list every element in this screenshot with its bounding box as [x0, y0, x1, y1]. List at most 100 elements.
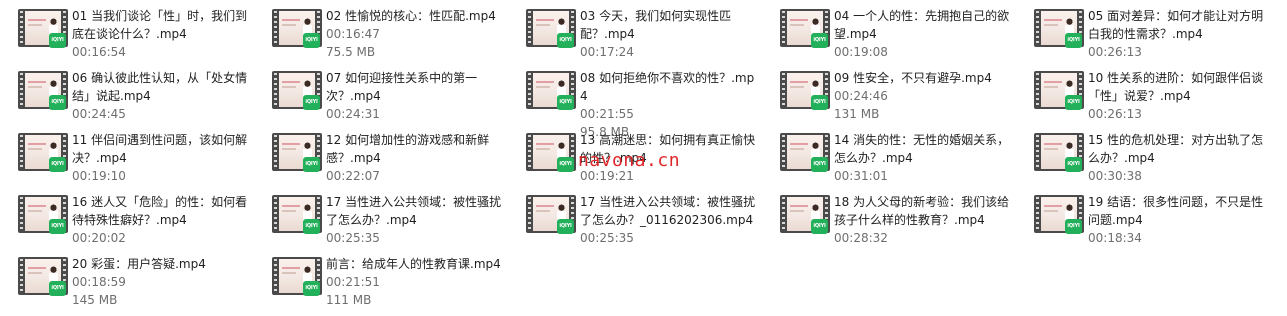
file-size: 75.5 MB [326, 45, 376, 59]
file-name: 16 迷人又「危险」的性：如何看待特殊性癖好？.mp4 00:20:02 [72, 193, 250, 247]
thumbnail-title-mark [1044, 19, 1062, 21]
file-item[interactable]: iQIYI 前言：给成年人的性教育课.mp4 00:21:51 111 MB [254, 248, 504, 309]
file-item[interactable]: iQIYI 09 性安全，不只有避孕.mp4 00:24:46 131 MB [762, 62, 1012, 123]
file-name: 01 当我们谈论「性」时，我们到底在谈论什么？.mp4 00:16:54 [72, 7, 250, 61]
file-name-text: 13 高潮迷思：如何拥有真正愉快的性？.mp4 [580, 133, 756, 165]
file-item[interactable]: iQIYI 08 如何拒绝你不喜欢的性？.mp4 00:21:55 95.8 MB [508, 62, 758, 139]
file-name-text: 17 当性进入公共领域：被性骚扰了怎么办？.mp4 [326, 195, 502, 227]
iqiyi-app-icon: iQIYI [557, 95, 574, 110]
file-name-text: 02 性愉悦的核心：性匹配.mp4 [326, 9, 496, 23]
file-item[interactable]: iQIYI 14 消失的性：无性的婚姻关系，怎么办？.mp4 00:31:01 [762, 124, 1012, 183]
video-file-icon: iQIYI [272, 6, 322, 50]
file-duration: 00:28:32 [834, 231, 888, 245]
file-name-text: 06 确认彼此性认知，从「处女情结」说起.mp4 [72, 71, 248, 103]
file-name: 前言：给成年人的性教育课.mp4 00:21:51 111 MB [326, 255, 504, 309]
thumbnail-subtitle-mark [28, 210, 42, 212]
file-name-text: 19 结语：很多性问题，不只是性问题.mp4 [1088, 195, 1264, 227]
file-duration: 00:24:31 [326, 107, 380, 121]
iqiyi-app-icon: iQIYI [1065, 33, 1082, 48]
film-holes-left [528, 11, 531, 45]
file-duration: 00:26:13 [1088, 107, 1142, 121]
video-file-icon: iQIYI [780, 6, 830, 50]
iqiyi-app-icon: iQIYI [303, 33, 320, 48]
file-name-text: 16 迷人又「危险」的性：如何看待特殊性癖好？.mp4 [72, 195, 248, 227]
file-name: 18 为人父母的新考验：我们该给孩子什么样的性教育？.mp4 00:28:32 [834, 193, 1012, 247]
iqiyi-app-icon: iQIYI [557, 219, 574, 234]
iqiyi-app-icon: iQIYI [303, 95, 320, 110]
file-name-text: 04 一个人的性：先拥抱自己的欲望.mp4 [834, 9, 1010, 41]
file-duration: 00:25:35 [326, 231, 380, 245]
file-duration: 00:22:07 [326, 169, 380, 183]
file-name-text: 20 彩蛋：用户答疑.mp4 [72, 257, 206, 271]
file-item[interactable]: iQIYI 13 高潮迷思：如何拥有真正愉快的性？.mp4 00:19:21 [508, 124, 758, 185]
video-file-icon: iQIYI [526, 130, 576, 174]
file-item[interactable]: iQIYI 17 当性进入公共领域：被性骚扰了怎么办？_0116202306.mp… [508, 186, 758, 245]
file-duration: 00:19:08 [834, 45, 888, 59]
file-duration: 00:30:38 [1088, 169, 1142, 183]
thumbnail-title-mark [282, 267, 300, 269]
file-item[interactable]: iQIYI 15 性的危机处理：对方出轨了怎么办？.mp4 00:30:38 [1016, 124, 1266, 183]
file-name: 13 高潮迷思：如何拥有真正愉快的性？.mp4 00:19:21 [580, 131, 758, 185]
file-name: 09 性安全，不只有避孕.mp4 00:24:46 131 MB [834, 69, 1012, 123]
thumbnail-subtitle-mark [28, 86, 42, 88]
video-file-icon: iQIYI [18, 6, 68, 50]
thumbnail-title-mark [536, 205, 554, 207]
video-file-icon: iQIYI [526, 192, 576, 236]
thumbnail-title-mark [282, 143, 300, 145]
file-item[interactable]: iQIYI 06 确认彼此性认知，从「处女情结」说起.mp4 00:24:45 [0, 62, 250, 121]
film-holes-left [782, 197, 785, 231]
video-file-icon: iQIYI [1034, 130, 1084, 174]
file-name-text: 05 面对差异：如何才能让对方明白我的性需求？.mp4 [1088, 9, 1264, 41]
video-file-icon: iQIYI [526, 6, 576, 50]
file-name: 03 今天，我们如何实现性匹配？.mp4 00:17:24 [580, 7, 758, 61]
thumbnail-subtitle-mark [536, 24, 550, 26]
file-item[interactable]: iQIYI 19 结语：很多性问题，不只是性问题.mp4 00:18:34 [1016, 186, 1266, 247]
file-item[interactable]: iQIYI 05 面对差异：如何才能让对方明白我的性需求？.mp4 00:26:13 [1016, 0, 1266, 61]
iqiyi-app-icon: iQIYI [49, 219, 66, 234]
film-holes-left [20, 197, 23, 231]
file-size: 145 MB [72, 293, 118, 307]
iqiyi-app-icon: iQIYI [1065, 219, 1082, 234]
iqiyi-app-icon: iQIYI [557, 157, 574, 172]
file-item[interactable]: iQIYI 10 性关系的进阶：如何跟伴侣谈「性」说爱？.mp4 00:26:13 [1016, 62, 1266, 121]
film-holes-left [528, 135, 531, 169]
file-item[interactable]: iQIYI 16 迷人又「危险」的性：如何看待特殊性癖好？.mp4 00:20:02 [0, 186, 250, 247]
video-file-icon: iQIYI [1034, 192, 1084, 236]
file-name: 07 如何迎接性关系中的第一次？.mp4 00:24:31 [326, 69, 504, 123]
video-file-icon: iQIYI [18, 254, 68, 298]
file-item[interactable]: iQIYI 03 今天，我们如何实现性匹配？.mp4 00:17:24 [508, 0, 758, 61]
film-holes-left [274, 259, 277, 293]
film-holes-left [782, 73, 785, 107]
file-item[interactable]: iQIYI 18 为人父母的新考验：我们该给孩子什么样的性教育？.mp4 00:28… [762, 186, 1012, 247]
thumbnail-subtitle-mark [28, 148, 42, 150]
file-item[interactable]: iQIYI 11 伴侣间遇到性问题，该如何解决？.mp4 00:19:10 [0, 124, 250, 183]
file-duration: 00:21:55 [580, 107, 634, 121]
thumbnail-title-mark [28, 205, 46, 207]
file-item[interactable]: iQIYI 01 当我们谈论「性」时，我们到底在谈论什么？.mp4 00:16:54 [0, 0, 250, 61]
video-file-icon: iQIYI [272, 130, 322, 174]
thumbnail-subtitle-mark [536, 148, 550, 150]
file-item[interactable]: iQIYI 20 彩蛋：用户答疑.mp4 00:18:59 145 MB [0, 248, 250, 307]
film-holes-left [20, 135, 23, 169]
file-item[interactable]: iQIYI 17 当性进入公共领域：被性骚扰了怎么办？.mp4 00:25:35 [254, 186, 504, 245]
file-name: 05 面对差异：如何才能让对方明白我的性需求？.mp4 00:26:13 [1088, 7, 1266, 61]
iqiyi-app-icon: iQIYI [303, 219, 320, 234]
video-file-icon: iQIYI [272, 68, 322, 112]
thumbnail-subtitle-mark [790, 148, 804, 150]
file-item[interactable]: iQIYI 12 如何增加性的游戏感和新鲜感？.mp4 00:22:07 [254, 124, 504, 183]
file-duration: 00:24:46 [834, 89, 888, 103]
thumbnail-subtitle-mark [1044, 210, 1058, 212]
iqiyi-app-icon: iQIYI [1065, 95, 1082, 110]
thumbnail-title-mark [536, 81, 554, 83]
file-name: 19 结语：很多性问题，不只是性问题.mp4 00:18:34 [1088, 193, 1266, 247]
thumbnail-subtitle-mark [790, 86, 804, 88]
iqiyi-app-icon: iQIYI [811, 95, 828, 110]
file-item[interactable]: iQIYI 07 如何迎接性关系中的第一次？.mp4 00:24:31 [254, 62, 504, 123]
file-duration: 00:26:13 [1088, 45, 1142, 59]
file-name-text: 10 性关系的进阶：如何跟伴侣谈「性」说爱？.mp4 [1088, 71, 1264, 103]
thumbnail-title-mark [282, 205, 300, 207]
file-item[interactable]: iQIYI 04 一个人的性：先拥抱自己的欲望.mp4 00:19:08 [762, 0, 1012, 59]
video-file-icon: iQIYI [526, 68, 576, 112]
video-file-icon: iQIYI [1034, 6, 1084, 50]
file-item[interactable]: iQIYI 02 性愉悦的核心：性匹配.mp4 00:16:47 75.5 MB [254, 0, 504, 59]
